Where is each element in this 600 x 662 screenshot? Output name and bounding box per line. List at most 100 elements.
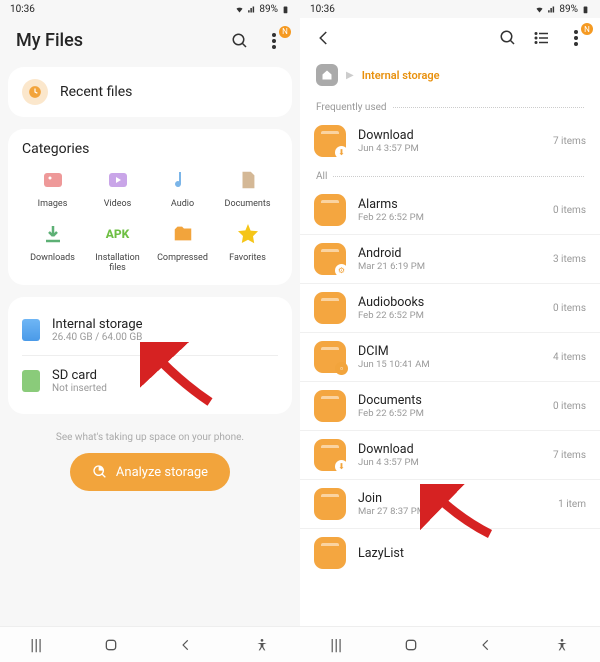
status-battery: 89%: [559, 4, 578, 15]
sd-card-title: SD card: [52, 368, 107, 383]
view-list-button[interactable]: [532, 28, 552, 48]
recent-files-row[interactable]: Recent files: [8, 67, 292, 117]
back-button[interactable]: [479, 638, 493, 652]
folder-name: Audiobooks: [358, 295, 541, 310]
folder-row[interactable]: LazyList: [300, 528, 600, 577]
folder-row[interactable]: ▫DCIMJun 15 10:41 AM4 items: [300, 332, 600, 381]
storage-hint: See what's taking up space on your phone…: [0, 432, 300, 443]
back-button[interactable]: [179, 638, 193, 652]
folder-date: Jun 15 10:41 AM: [358, 359, 541, 370]
battery-icon: [281, 5, 290, 14]
folder-count: 3 items: [553, 254, 586, 265]
sd-card-icon: [22, 370, 40, 392]
internal-storage-row[interactable]: Internal storage 26.40 GB / 64.00 GB: [22, 309, 278, 351]
search-button[interactable]: [230, 31, 250, 51]
wifi-icon: [235, 5, 244, 14]
battery-icon: [581, 5, 590, 14]
wifi-icon: [535, 5, 544, 14]
folder-row[interactable]: DocumentsFeb 22 6:52 PM0 items: [300, 381, 600, 430]
category-documents[interactable]: Documents: [217, 167, 278, 209]
category-compressed[interactable]: Compressed: [152, 221, 213, 273]
analyze-icon: [92, 464, 108, 480]
accessibility-button[interactable]: [554, 637, 570, 653]
folder-icon: [314, 488, 346, 520]
search-icon: [499, 29, 517, 47]
sd-card-row[interactable]: SD card Not inserted: [22, 355, 278, 402]
category-apk[interactable]: APK Installation files: [87, 221, 148, 273]
folder-name: Download: [358, 128, 541, 143]
page-title: My Files: [16, 30, 83, 51]
more-icon: [272, 33, 276, 49]
folder-date: Feb 22 6:52 PM: [358, 408, 541, 419]
category-videos[interactable]: Videos: [87, 167, 148, 209]
folder-date: Feb 22 6:52 PM: [358, 212, 541, 223]
folder-date: Jun 4 3:57 PM: [358, 143, 541, 154]
folder-count: 0 items: [553, 303, 586, 314]
category-downloads[interactable]: Downloads: [22, 221, 83, 273]
folder-count: 4 items: [553, 352, 586, 363]
favorites-icon: [235, 221, 261, 247]
folder-date: Mar 27 8:37 PM: [358, 506, 546, 517]
folder-row[interactable]: AudiobooksFeb 22 6:52 PM0 items: [300, 283, 600, 332]
more-button[interactable]: N: [264, 31, 284, 51]
home-icon: [321, 69, 333, 81]
folder-row[interactable]: AlarmsFeb 22 6:52 PM0 items: [300, 186, 600, 234]
categories-card: Categories Images Videos Audio Documents…: [8, 129, 292, 285]
analyze-storage-button[interactable]: Analyze storage: [70, 453, 230, 491]
back-button[interactable]: [314, 28, 334, 48]
folder-count: 7 items: [553, 450, 586, 461]
signal-icon: [247, 5, 256, 14]
folder-icon: [314, 292, 346, 324]
search-button[interactable]: [498, 28, 518, 48]
internal-storage-icon: [22, 319, 40, 341]
folder-name: Join: [358, 491, 546, 506]
folder-icon: [314, 537, 346, 569]
apk-icon: APK: [105, 221, 131, 247]
status-time: 10:36: [310, 4, 335, 15]
folder-count: 7 items: [553, 136, 586, 147]
category-favorites[interactable]: Favorites: [217, 221, 278, 273]
header: My Files N: [0, 18, 300, 61]
status-battery: 89%: [259, 4, 278, 15]
analyze-label: Analyze storage: [116, 465, 208, 480]
category-audio[interactable]: Audio: [152, 167, 213, 209]
android-navbar: |||: [300, 626, 600, 662]
section-frequently-used: Frequently used: [300, 96, 600, 117]
recents-button[interactable]: |||: [330, 635, 342, 654]
folder-name: LazyList: [358, 546, 574, 561]
recents-button[interactable]: |||: [30, 635, 42, 654]
categories-title: Categories: [22, 141, 278, 157]
folder-name: Documents: [358, 393, 541, 408]
storage-card: Internal storage 26.40 GB / 64.00 GB SD …: [8, 297, 292, 414]
folder-row[interactable]: ⚙AndroidMar 21 6:19 PM3 items: [300, 234, 600, 283]
folder-row[interactable]: ⬇ DownloadJun 4 3:57 PM 7 items: [300, 117, 600, 165]
audio-icon: [170, 167, 196, 193]
screen-internal-storage: 10:36 89% N ▶ Intern: [300, 0, 600, 662]
accessibility-button[interactable]: [254, 637, 270, 653]
list-icon: [533, 29, 551, 47]
clock-icon: [22, 79, 48, 105]
folder-icon: ⬇: [314, 125, 346, 157]
downloads-icon: [40, 221, 66, 247]
videos-icon: [105, 167, 131, 193]
android-navbar: |||: [0, 626, 300, 662]
section-all: All: [300, 165, 600, 186]
home-button[interactable]: [403, 637, 419, 653]
category-images[interactable]: Images: [22, 167, 83, 209]
header: N: [300, 18, 600, 58]
status-time: 10:36: [10, 4, 35, 15]
folder-row[interactable]: JoinMar 27 8:37 PM 1 item: [300, 479, 600, 528]
signal-icon: [547, 5, 556, 14]
breadcrumb-current: Internal storage: [362, 69, 440, 82]
breadcrumb-home[interactable]: [316, 64, 338, 86]
folder-count: 1 item: [558, 499, 586, 510]
sd-card-sub: Not inserted: [52, 383, 107, 394]
status-bar: 10:36 89%: [0, 0, 300, 18]
more-button[interactable]: N: [566, 28, 586, 48]
folder-row[interactable]: ⬇DownloadJun 4 3:57 PM7 items: [300, 430, 600, 479]
home-button[interactable]: [103, 637, 119, 653]
status-bar: 10:36 89%: [300, 0, 600, 18]
folder-name: DCIM: [358, 344, 541, 359]
compressed-icon: [170, 221, 196, 247]
recent-files-label: Recent files: [60, 84, 132, 100]
